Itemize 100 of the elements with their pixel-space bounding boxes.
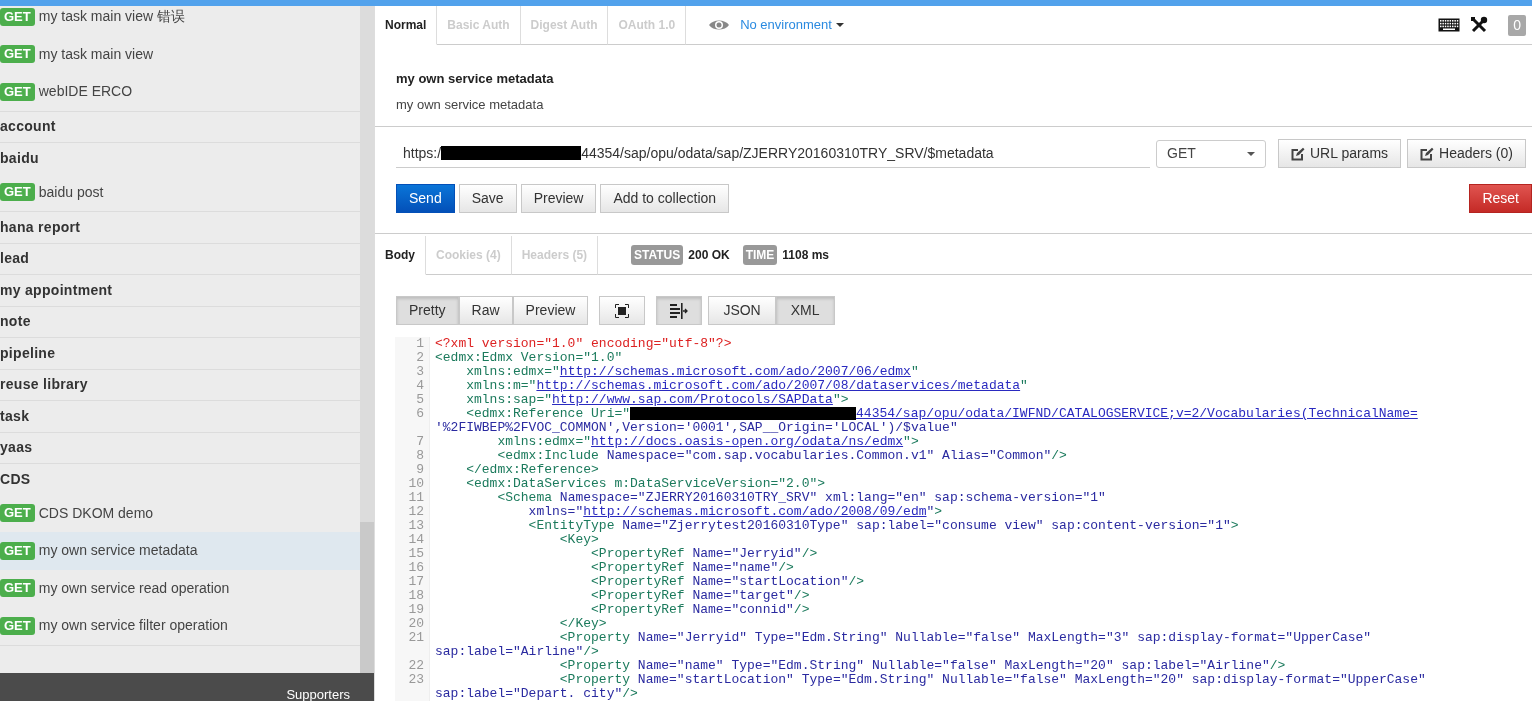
code-line: xmlns:sap="http://www.sap.com/Protocols/SAPData">: [465, 393, 849, 407]
code-line: <Property Name="startLocation" Type="Edm.String" Nullable="false" MaxLength="20" sap:display-format="UpperCase": [558, 673, 1426, 687]
method-badge: GET: [0, 82, 35, 101]
request-item[interactable]: GET my task main view: [0, 35, 360, 73]
format-button[interactable]: JSON: [708, 296, 776, 325]
request-item[interactable]: GET CDS DKOM demo: [0, 494, 360, 532]
method-badge: GET: [0, 504, 35, 523]
method-select[interactable]: GET: [1156, 139, 1266, 168]
method-badge: GET: [0, 7, 35, 26]
reset-button[interactable]: Reset: [1469, 184, 1532, 213]
code-line: <PropertyRef Name="startLocation"/>: [590, 575, 865, 589]
wrap-button[interactable]: [656, 296, 703, 325]
status-value: 200 OK: [688, 247, 730, 264]
status-label: STATUS: [631, 245, 684, 265]
code-line: 44354/sap/opu/odata/IWFND/CATALOGSERVICE;v=2/Vocabularies(TechnicalName=: [856, 407, 1418, 421]
line-number: 10: [408, 476, 424, 491]
line-number: 21: [408, 630, 424, 645]
line-number: 6: [416, 406, 424, 421]
folder-item[interactable]: my appointment: [0, 275, 360, 306]
line-number: 15: [408, 546, 424, 561]
action-button[interactable]: Save: [458, 184, 517, 213]
line-number: 3: [416, 364, 424, 379]
code-line: xmlns:m="http://schemas.microsoft.com/ado/2007/08/dataservices/metadata": [465, 379, 1028, 393]
request-name: my task main view: [38, 44, 154, 64]
action-button[interactable]: Add to collection: [600, 184, 730, 213]
folder-item[interactable]: baidu: [0, 143, 360, 174]
line-number: 11: [408, 490, 424, 505]
request-name: CDS DKOM demo: [38, 503, 154, 523]
request-item[interactable]: GET my own service metadata: [0, 532, 360, 570]
request-item[interactable]: GET my own service filter operation: [0, 607, 360, 645]
view-mode-button[interactable]: Pretty: [396, 296, 459, 325]
code-line: <Key>: [558, 533, 599, 547]
scrollbar[interactable]: [360, 6, 374, 673]
folder-item[interactable]: lead: [0, 243, 360, 274]
request-title: my own service metadata: [396, 70, 555, 88]
view-mode-button[interactable]: Raw: [458, 296, 513, 325]
environment-dropdown[interactable]: No environment: [740, 15, 844, 35]
code-line: sap:label="Airline"/>: [435, 645, 599, 659]
expand-icon: [615, 303, 630, 318]
folder-item[interactable]: account: [0, 111, 360, 142]
auth-tab[interactable]: Normal: [375, 6, 438, 45]
line-number: 7: [416, 434, 424, 449]
line-number: 18: [408, 588, 424, 603]
caret-icon: [835, 23, 844, 27]
edit-icon: [1291, 146, 1305, 161]
method-badge: GET: [0, 579, 35, 598]
headers-button[interactable]: Headers (0): [1407, 139, 1526, 168]
method-badge: GET: [0, 183, 35, 202]
request-description: my own service metadata: [396, 95, 545, 114]
caret-icon: [1247, 151, 1255, 156]
line-number: 19: [408, 602, 424, 617]
wrap-lines-icon: [670, 302, 689, 319]
url-field[interactable]: https:/ 44354/sap/opu/odata/sap/ZJERRY20160310TRY_SRV/$metadata: [396, 139, 1150, 168]
line-number: 4: [416, 378, 424, 393]
url-params-button[interactable]: URL params: [1278, 139, 1402, 168]
code-line: <Property Name="Jerryid" Type="Edm.String" Nullable="false" MaxLength="3" sap:display-format="UpperCase": [558, 631, 1372, 645]
folder-item[interactable]: pipeline: [0, 338, 360, 369]
request-name: my own service metadata: [38, 541, 198, 561]
code-line: <Property Name="name" Type="Edm.String" Nullable="false" MaxLength="20" sap:label="Airline"/>: [558, 659, 1286, 673]
code-line: <PropertyRef Name="name"/>: [590, 561, 794, 575]
folder-item[interactable]: note: [0, 306, 360, 337]
request-name: my own service filter operation: [38, 616, 228, 636]
response-tab[interactable]: Body: [375, 236, 426, 275]
code-line: <Schema Namespace="ZJERRY20160310TRY_SRV" xml:lang="en" sap:schema-version="1": [496, 491, 1106, 505]
view-mode-button[interactable]: Preview: [512, 296, 589, 325]
request-item[interactable]: GET webIDE ERCO: [0, 73, 360, 111]
keyboard-icon[interactable]: [1438, 18, 1461, 32]
url-text: 44354/sap/opu/odata/sap/ZJERRY20160310TRY_SRV/$metadata: [581, 143, 994, 163]
fullscreen-button[interactable]: [599, 296, 646, 325]
code-line: xmlns:edmx="http://docs.oasis-open.org/odata/ns/edmx">: [496, 435, 919, 449]
line-number: 1: [416, 336, 424, 351]
edit-icon: [1420, 146, 1435, 161]
action-button[interactable]: Preview: [520, 184, 597, 213]
request-item[interactable]: GET my task main view 错误: [0, 6, 360, 36]
method-label: GET: [1167, 144, 1196, 163]
folder-item[interactable]: task: [0, 401, 360, 432]
line-number: 8: [416, 448, 424, 463]
request-name: webIDE ERCO: [38, 82, 133, 102]
environment-label: No environment: [740, 16, 832, 35]
line-number: 13: [408, 518, 424, 533]
supporters-link[interactable]: Supporters: [286, 689, 350, 701]
line-number: 17: [408, 574, 424, 589]
url-text: https:/: [403, 143, 442, 163]
code-line: <EntityType Name="Zjerrytest20160310Type" sap:label="consume view" sap:content-version="1">: [527, 519, 1239, 533]
line-number: 9: [416, 462, 424, 477]
code-line: <edmx:Reference Uri=": [465, 407, 631, 421]
format-button[interactable]: XML: [775, 296, 835, 325]
folder-item[interactable]: hana report: [0, 212, 360, 243]
code-line: xmlns="http://schemas.microsoft.com/ado/2008/09/edm">: [527, 505, 943, 519]
request-item[interactable]: GET my own service read operation: [0, 569, 360, 607]
line-number: 14: [408, 532, 424, 547]
line-number: 20: [408, 616, 424, 631]
folder-item[interactable]: reuse library: [0, 369, 360, 400]
tools-icon[interactable]: [1470, 16, 1489, 34]
folder-item[interactable]: CDS: [0, 464, 360, 495]
request-item[interactable]: GET baidu post: [0, 173, 360, 211]
code-line: <PropertyRef Name="target"/>: [590, 589, 810, 603]
code-line: <PropertyRef Name="connid"/>: [590, 603, 810, 617]
send-button[interactable]: Send: [396, 184, 455, 213]
folder-item[interactable]: yaas: [0, 432, 360, 463]
